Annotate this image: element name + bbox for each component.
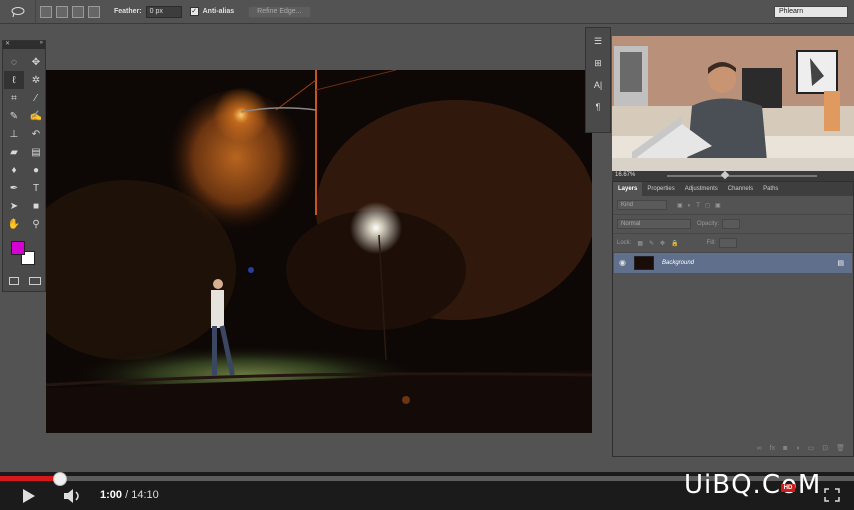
layer-filter-row: Kind ▣◐T◻▣ [613, 196, 853, 215]
lasso-tool-icon[interactable]: ℓ [4, 71, 24, 89]
instructor-video-preview [612, 36, 854, 171]
zoom-tool-icon[interactable]: ⚲ [26, 215, 46, 233]
fill-input[interactable] [718, 238, 737, 248]
layers-footer: ∞ fx ◙ ◑ ▭ ⊡ 🗑 [613, 440, 853, 456]
anti-alias-label: Anti-alias [202, 8, 235, 15]
screen-mode-icon[interactable] [29, 277, 41, 285]
filter-kind-select[interactable]: Kind [617, 200, 667, 210]
collapsed-panels-strip: ☰ ⊞ A| ¶ [585, 27, 611, 133]
workspace-select[interactable]: Phlearn [774, 6, 848, 18]
volume-icon[interactable] [62, 488, 84, 504]
progress-scrubber[interactable] [53, 472, 67, 486]
fullscreen-icon[interactable] [824, 488, 840, 502]
layer-row-background[interactable]: ◉ Background ▤ [614, 253, 852, 273]
lock-label: Lock: [617, 240, 632, 246]
fill-label: Fill: [706, 240, 716, 246]
subtract-selection-button[interactable] [72, 5, 84, 18]
refine-edge-button[interactable]: Refine Edge... [248, 5, 311, 18]
paragraph-icon[interactable]: ¶ [586, 98, 610, 116]
history-brush-icon[interactable]: ↶ [26, 125, 46, 143]
add-mask-icon[interactable]: ◙ [783, 445, 787, 452]
lock-icons[interactable]: ▦✎✥🔒 [637, 240, 684, 247]
current-time: 1:00 [100, 489, 123, 501]
adjustments-icon[interactable]: ☰ [586, 32, 610, 50]
lock-row: Lock: ▦✎✥🔒 Fill: [613, 234, 853, 253]
tools-panel: ✕» ◌ ✥ ℓ ✲ ⌗ ⁄ ✎ ✍ ⊥ ↶ ▰ ▤ ♦ ● ✒ T ➤ ■ ✋… [2, 40, 46, 292]
type-tool-icon[interactable]: T [26, 179, 46, 197]
instructor-image [612, 36, 854, 171]
blur-tool-icon[interactable]: ♦ [4, 161, 24, 179]
layer-lock-icon: ▤ [837, 260, 844, 267]
character-icon[interactable]: A| [586, 76, 610, 94]
new-selection-button[interactable] [40, 5, 52, 18]
feather-input[interactable]: 0 px [145, 5, 182, 18]
document-canvas[interactable] [46, 70, 592, 433]
zoom-slider-handle[interactable] [720, 170, 730, 180]
tab-paths[interactable]: Paths [758, 182, 783, 196]
zoom-level: 16.67% [615, 172, 636, 178]
clone-stamp-icon[interactable]: ⊥ [4, 125, 24, 143]
tools-panel-header: ✕» [3, 40, 45, 49]
marquee-tool-icon[interactable]: ◌ [4, 53, 24, 71]
properties-icon[interactable]: ⊞ [586, 54, 610, 72]
photoshop-tutorial-video: Feather: 0 px ✓ Anti-alias Refine Edge..… [0, 0, 854, 510]
layers-panel-tabs: Layers Properties Adjustments Channels P… [613, 182, 853, 196]
watermark-text: UiBQ.CoM [684, 470, 822, 500]
filter-icons[interactable]: ▣◐T◻▣ [677, 202, 726, 209]
blend-mode-select[interactable]: Normal [617, 219, 691, 229]
quick-mask-icon[interactable] [9, 277, 19, 285]
new-layer-icon[interactable]: ⊡ [822, 444, 828, 452]
blend-row: Normal Opacity: [613, 215, 853, 234]
foreground-color-swatch[interactable] [11, 241, 25, 255]
layers-panel: Layers Properties Adjustments Channels P… [612, 181, 854, 457]
night-street-photo [46, 70, 592, 433]
feather-label: Feather: [114, 8, 142, 15]
gradient-tool-icon[interactable]: ▤ [26, 143, 46, 161]
lasso-icon [11, 6, 24, 17]
tab-channels[interactable]: Channels [723, 182, 758, 196]
layer-name: Background [662, 260, 695, 266]
tab-adjustments[interactable]: Adjustments [680, 182, 723, 196]
visibility-eye-icon[interactable]: ◉ [619, 258, 626, 267]
options-bar: Feather: 0 px ✓ Anti-alias Refine Edge..… [0, 0, 854, 24]
new-group-icon[interactable]: ▭ [808, 444, 815, 452]
anti-alias-checkbox[interactable]: ✓ [189, 7, 199, 16]
total-time: / 14:10 [125, 489, 159, 501]
play-icon[interactable] [18, 488, 38, 504]
opacity-input[interactable] [722, 219, 741, 229]
zoom-slider[interactable] [667, 175, 817, 177]
pen-tool-icon[interactable]: ✒ [4, 179, 24, 197]
navigator-bar: 16.67% [612, 170, 854, 181]
time-display: 1:00 / 14:10 [100, 489, 159, 501]
add-selection-button[interactable] [56, 5, 68, 18]
intersect-selection-button[interactable] [88, 5, 100, 18]
tab-layers[interactable]: Layers [613, 182, 643, 196]
eraser-tool-icon[interactable]: ▰ [4, 143, 24, 161]
move-tool-icon[interactable]: ✥ [26, 53, 46, 71]
hand-tool-icon[interactable]: ✋ [4, 215, 24, 233]
delete-layer-icon[interactable]: 🗑 [836, 444, 845, 452]
eyedropper-icon[interactable]: ⁄ [26, 89, 46, 107]
progress-fill [0, 476, 60, 481]
brush-tool-icon[interactable]: ✍ [26, 107, 46, 125]
rectangle-tool-icon[interactable]: ■ [26, 197, 46, 215]
adjustment-layer-icon[interactable]: ◑ [795, 445, 799, 452]
crop-tool-icon[interactable]: ⌗ [4, 89, 24, 107]
link-layers-icon[interactable]: ∞ [757, 445, 762, 452]
tab-properties[interactable]: Properties [642, 182, 679, 196]
path-selection-icon[interactable]: ➤ [4, 197, 24, 215]
opacity-label: Opacity: [697, 221, 720, 227]
magic-wand-icon[interactable]: ✲ [26, 71, 46, 89]
healing-brush-icon[interactable]: ✎ [4, 107, 24, 125]
dodge-tool-icon[interactable]: ● [26, 161, 46, 179]
layer-thumbnail [634, 256, 654, 270]
fx-icon[interactable]: fx [770, 445, 775, 452]
lasso-tool-preset[interactable] [0, 0, 36, 24]
hd-badge[interactable]: HD [781, 484, 795, 492]
